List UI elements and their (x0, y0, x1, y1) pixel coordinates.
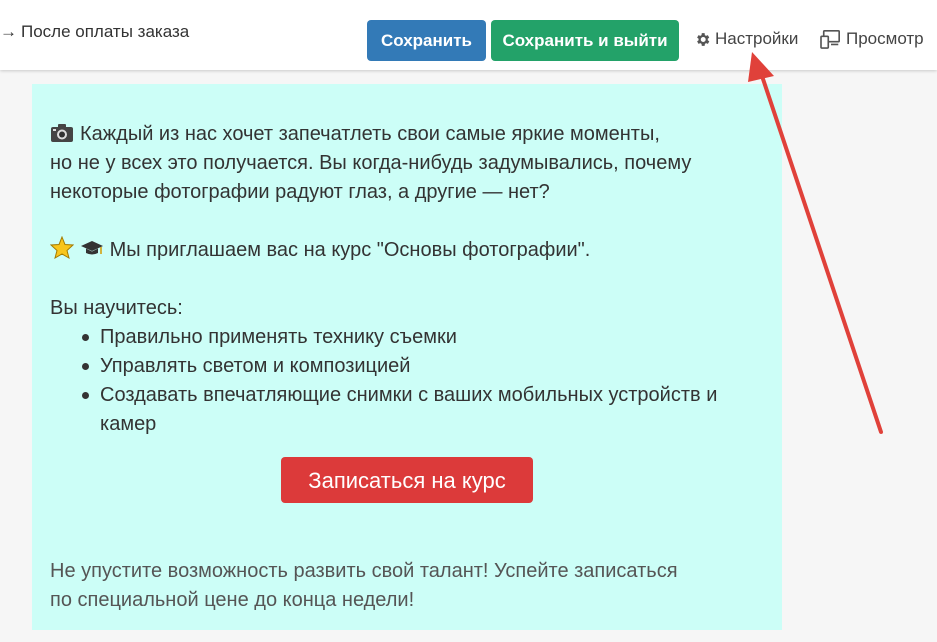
breadcrumb-label: После оплаты заказа (21, 22, 190, 41)
preview-label: Просмотр (846, 29, 924, 48)
invite-paragraph: Мы приглашаем вас на курс "Основы фотогр… (50, 236, 764, 265)
intro-line-2: но не у всех это получается. Вы когда-ни… (50, 152, 692, 174)
learn-heading: Вы научитесь: (50, 297, 183, 319)
intro-paragraph: Каждый из нас хочет запечатлеть свои сам… (50, 120, 764, 207)
list-item: Правильно применять технику съемки (82, 323, 764, 352)
save-and-exit-button[interactable]: Сохранить и выйти (491, 20, 679, 61)
list-item: Управлять светом и композицией (82, 352, 764, 381)
top-toolbar: → После оплаты заказа Сохранить Сохранить… (0, 0, 937, 70)
star-icon (50, 236, 74, 259)
breadcrumb[interactable]: → После оплаты заказа (0, 22, 189, 42)
closing-paragraph: Не упустите возможность развить свой тал… (50, 557, 764, 615)
settings-link[interactable]: Настройки (694, 29, 798, 49)
intro-line-1: Каждый из нас хочет запечатлеть свои сам… (80, 123, 660, 145)
settings-label: Настройки (715, 29, 799, 48)
list-item: Создавать впечатляющие снимки с ваших мо… (82, 381, 722, 439)
save-button[interactable]: Сохранить (367, 20, 486, 61)
closing-line-1: Не упустите возможность развить свой тал… (50, 560, 678, 582)
enroll-course-button[interactable]: Записаться на курс (281, 457, 533, 503)
gear-icon (694, 31, 711, 48)
breadcrumb-arrow-icon: → (0, 22, 17, 41)
camera-icon (50, 123, 74, 143)
learn-list: Правильно применять технику съемки Управ… (50, 323, 764, 439)
graduation-cap-icon (80, 239, 104, 259)
intro-line-3: некоторые фотографии радуют глаз, а друг… (50, 181, 550, 203)
invite-text: Мы приглашаем вас на курс "Основы фотогр… (109, 239, 591, 261)
cta-wrapper: Записаться на курс (50, 457, 764, 503)
devices-icon (820, 29, 842, 49)
closing-line-2: по специальной цене до конца недели! (50, 589, 415, 611)
content-block: Каждый из нас хочет запечатлеть свои сам… (32, 84, 782, 630)
preview-link[interactable]: Просмотр (820, 29, 924, 49)
